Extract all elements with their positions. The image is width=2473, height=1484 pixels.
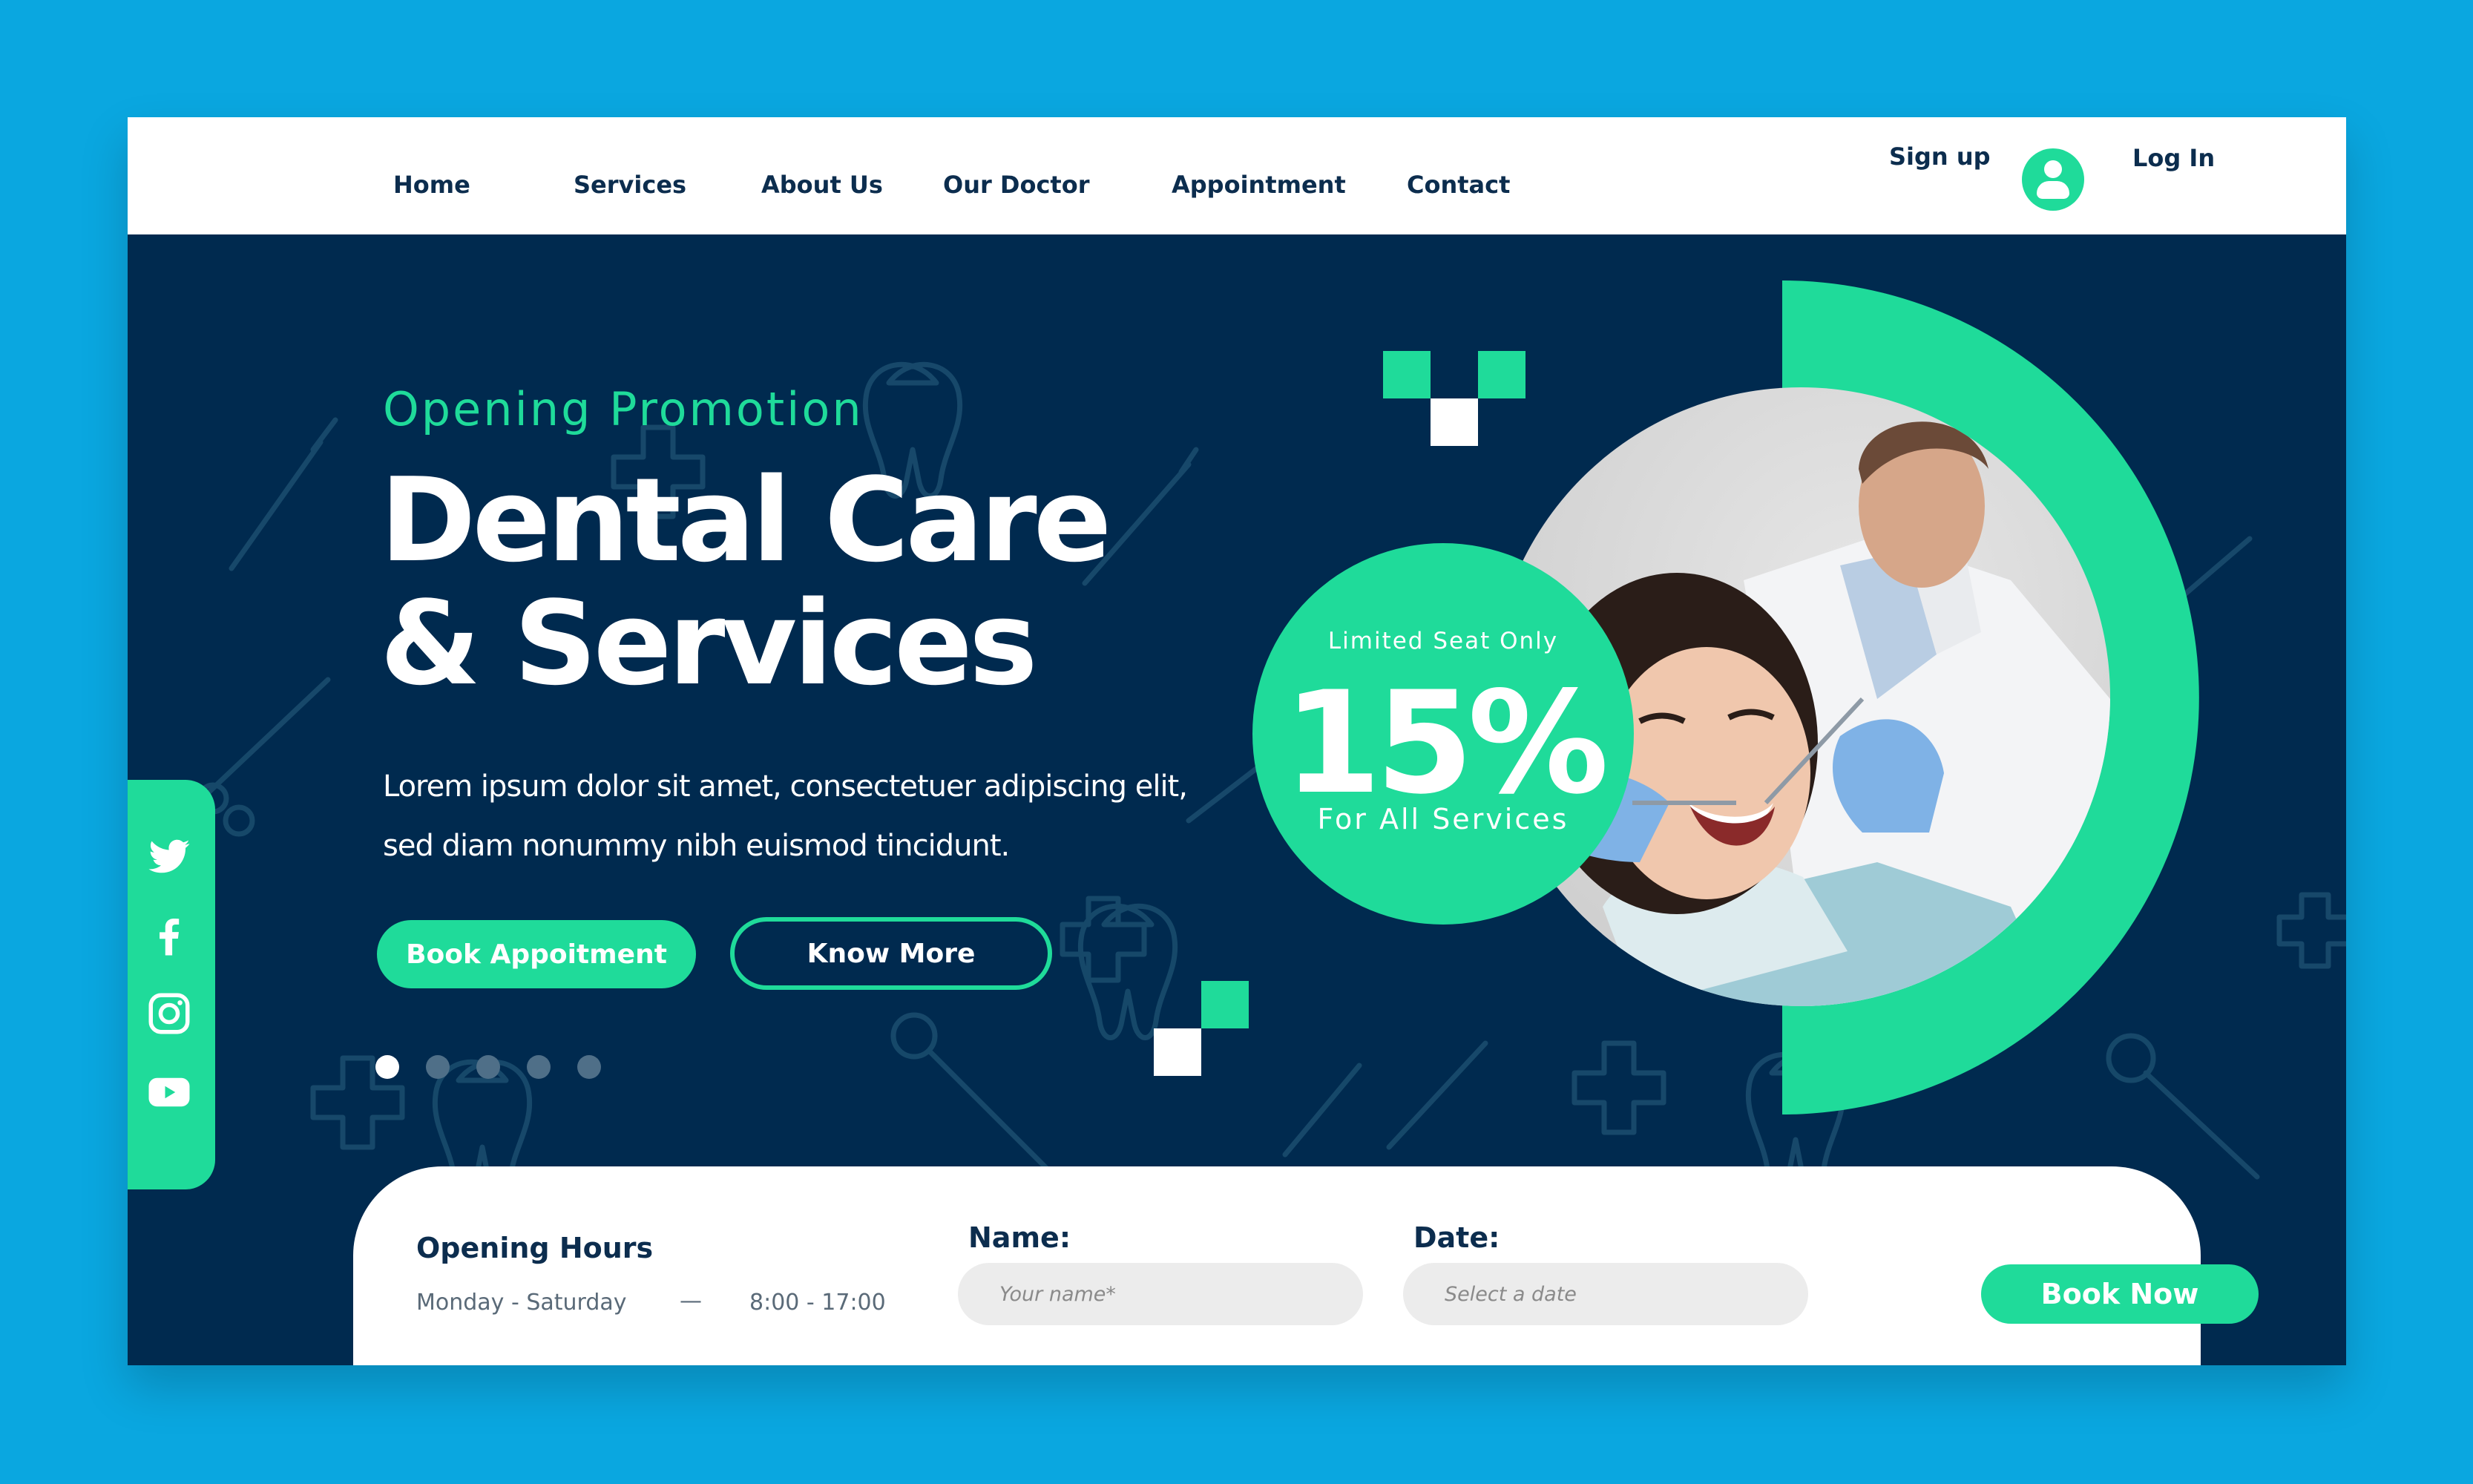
- for-all-services-text: For All Services: [1317, 803, 1569, 835]
- opening-time: 8:00 - 17:00: [749, 1290, 886, 1316]
- deco-square: [1383, 351, 1431, 398]
- deco-square: [1478, 351, 1525, 398]
- discount-badge: Limited Seat Only 15% For All Services: [1252, 543, 1634, 925]
- limited-seat-text: Limited Seat Only: [1327, 628, 1559, 654]
- deco-square: [1154, 1028, 1201, 1076]
- date-label: Date:: [1413, 1221, 1500, 1254]
- hours-separator: —: [680, 1288, 702, 1314]
- landing-page: Home Services About Us Our Doctor Appoin…: [128, 117, 2346, 1365]
- booking-bar: Opening Hours Monday - Saturday — 8:00 -…: [353, 1166, 2259, 1365]
- date-input[interactable]: [1403, 1263, 1808, 1325]
- discount-percent: 15%: [1283, 661, 1609, 825]
- name-label: Name:: [968, 1221, 1071, 1254]
- deco-square: [1431, 398, 1478, 446]
- deco-square: [1201, 981, 1249, 1028]
- name-input[interactable]: [958, 1263, 1363, 1325]
- opening-days: Monday - Saturday: [416, 1290, 627, 1316]
- opening-hours-title: Opening Hours: [416, 1232, 654, 1264]
- book-now-button[interactable]: Book Now: [1981, 1264, 2259, 1324]
